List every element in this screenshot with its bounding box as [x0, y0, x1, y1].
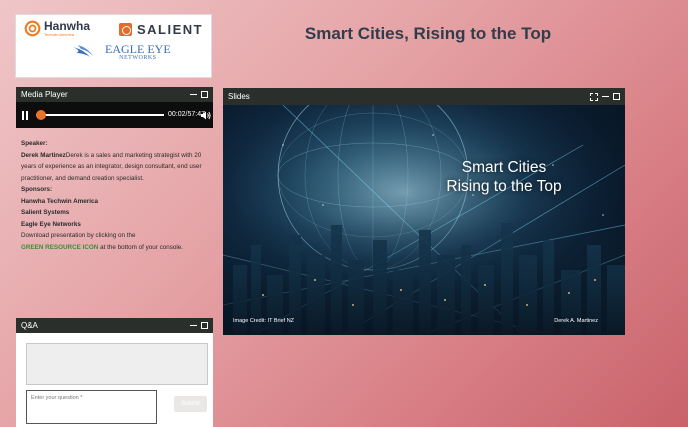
pause-icon[interactable] [22, 111, 29, 120]
media-player-header[interactable]: Media Player [16, 87, 213, 102]
sponsor-item: Salient Systems [21, 209, 70, 216]
speaker-name: Derek Martinez [21, 151, 66, 159]
salient-logo-icon [119, 23, 132, 36]
hanwha-name: Hanwha [44, 19, 91, 33]
event-info: Speaker: Derek MartinezDerek is a sales … [16, 128, 213, 319]
page-title: Smart Cities, Rising to the Top [304, 24, 552, 43]
sponsor-logos: Hanwha Techwin America SALIENT EAGLE EYE… [15, 14, 212, 78]
volume-icon[interactable] [201, 111, 211, 120]
maximize-icon[interactable] [201, 322, 208, 329]
slide-title-line1: Smart Cities [461, 159, 547, 176]
green-resource-link[interactable]: GREEN RESOURCE ICON [21, 244, 98, 251]
sponsors-heading: Sponsors: [21, 186, 53, 193]
seek-thumb[interactable] [35, 110, 46, 120]
download-text-after: at the bottom of your console. [100, 243, 184, 251]
sponsor-item: Eagle Eye Networks [21, 220, 81, 228]
slide-view: Smart Cities Rising to the Top Image Cre… [223, 105, 625, 335]
slide-title-line2: Rising to the Top [446, 178, 562, 195]
maximize-icon[interactable] [613, 93, 620, 100]
question-input[interactable] [26, 390, 157, 424]
salient-name: SALIENT [137, 22, 204, 37]
eagle-eye-logo: EAGLE EYE NETWORKS [72, 43, 171, 61]
qa-header[interactable]: Q&A [16, 318, 213, 333]
salient-logo: SALIENT [119, 22, 203, 37]
slide-title: Smart Cities Rising to the Top [409, 158, 599, 196]
audio-player: 00:02/57:47 [16, 102, 213, 128]
speaker-heading: Speaker: [21, 140, 48, 147]
maximize-icon[interactable] [201, 91, 208, 98]
sponsor-item: Hanwha Techwin America [21, 197, 98, 205]
playback-time: 00:02/57:47 [168, 111, 205, 118]
seek-track[interactable] [36, 114, 164, 116]
minimize-icon[interactable] [602, 95, 609, 98]
hanwha-logo: Hanwha Techwin America [24, 20, 90, 37]
qa-messages [26, 343, 208, 385]
expand-icon[interactable] [590, 92, 598, 101]
minimize-icon[interactable] [190, 93, 197, 96]
qa-body: Submit [16, 333, 213, 427]
hanwha-subtitle: Techwin America [44, 32, 75, 37]
city-globe-image [223, 105, 625, 335]
hanwha-logo-icon [24, 20, 41, 37]
qa-title: Q&A [21, 321, 38, 330]
media-player-title: Media Player [21, 90, 68, 99]
eagle-eye-logo-icon [73, 45, 93, 57]
slides-title: Slides [228, 92, 250, 101]
minimize-icon[interactable] [190, 324, 197, 327]
submit-button[interactable]: Submit [174, 396, 207, 412]
eagle-eye-name: EAGLE EYE [105, 42, 171, 56]
slide-author: Derek A. Martinez [554, 318, 598, 324]
image-credit: Image Credit: IT Brief NZ [233, 318, 295, 324]
download-text-before: Download presentation by clicking on the [21, 232, 136, 239]
download-instructions: Download presentation by clicking on the… [21, 230, 208, 253]
speaker-bio-paragraph: Derek MartinezDerek is a sales and marke… [21, 150, 208, 185]
slides-header[interactable]: Slides [223, 88, 625, 105]
